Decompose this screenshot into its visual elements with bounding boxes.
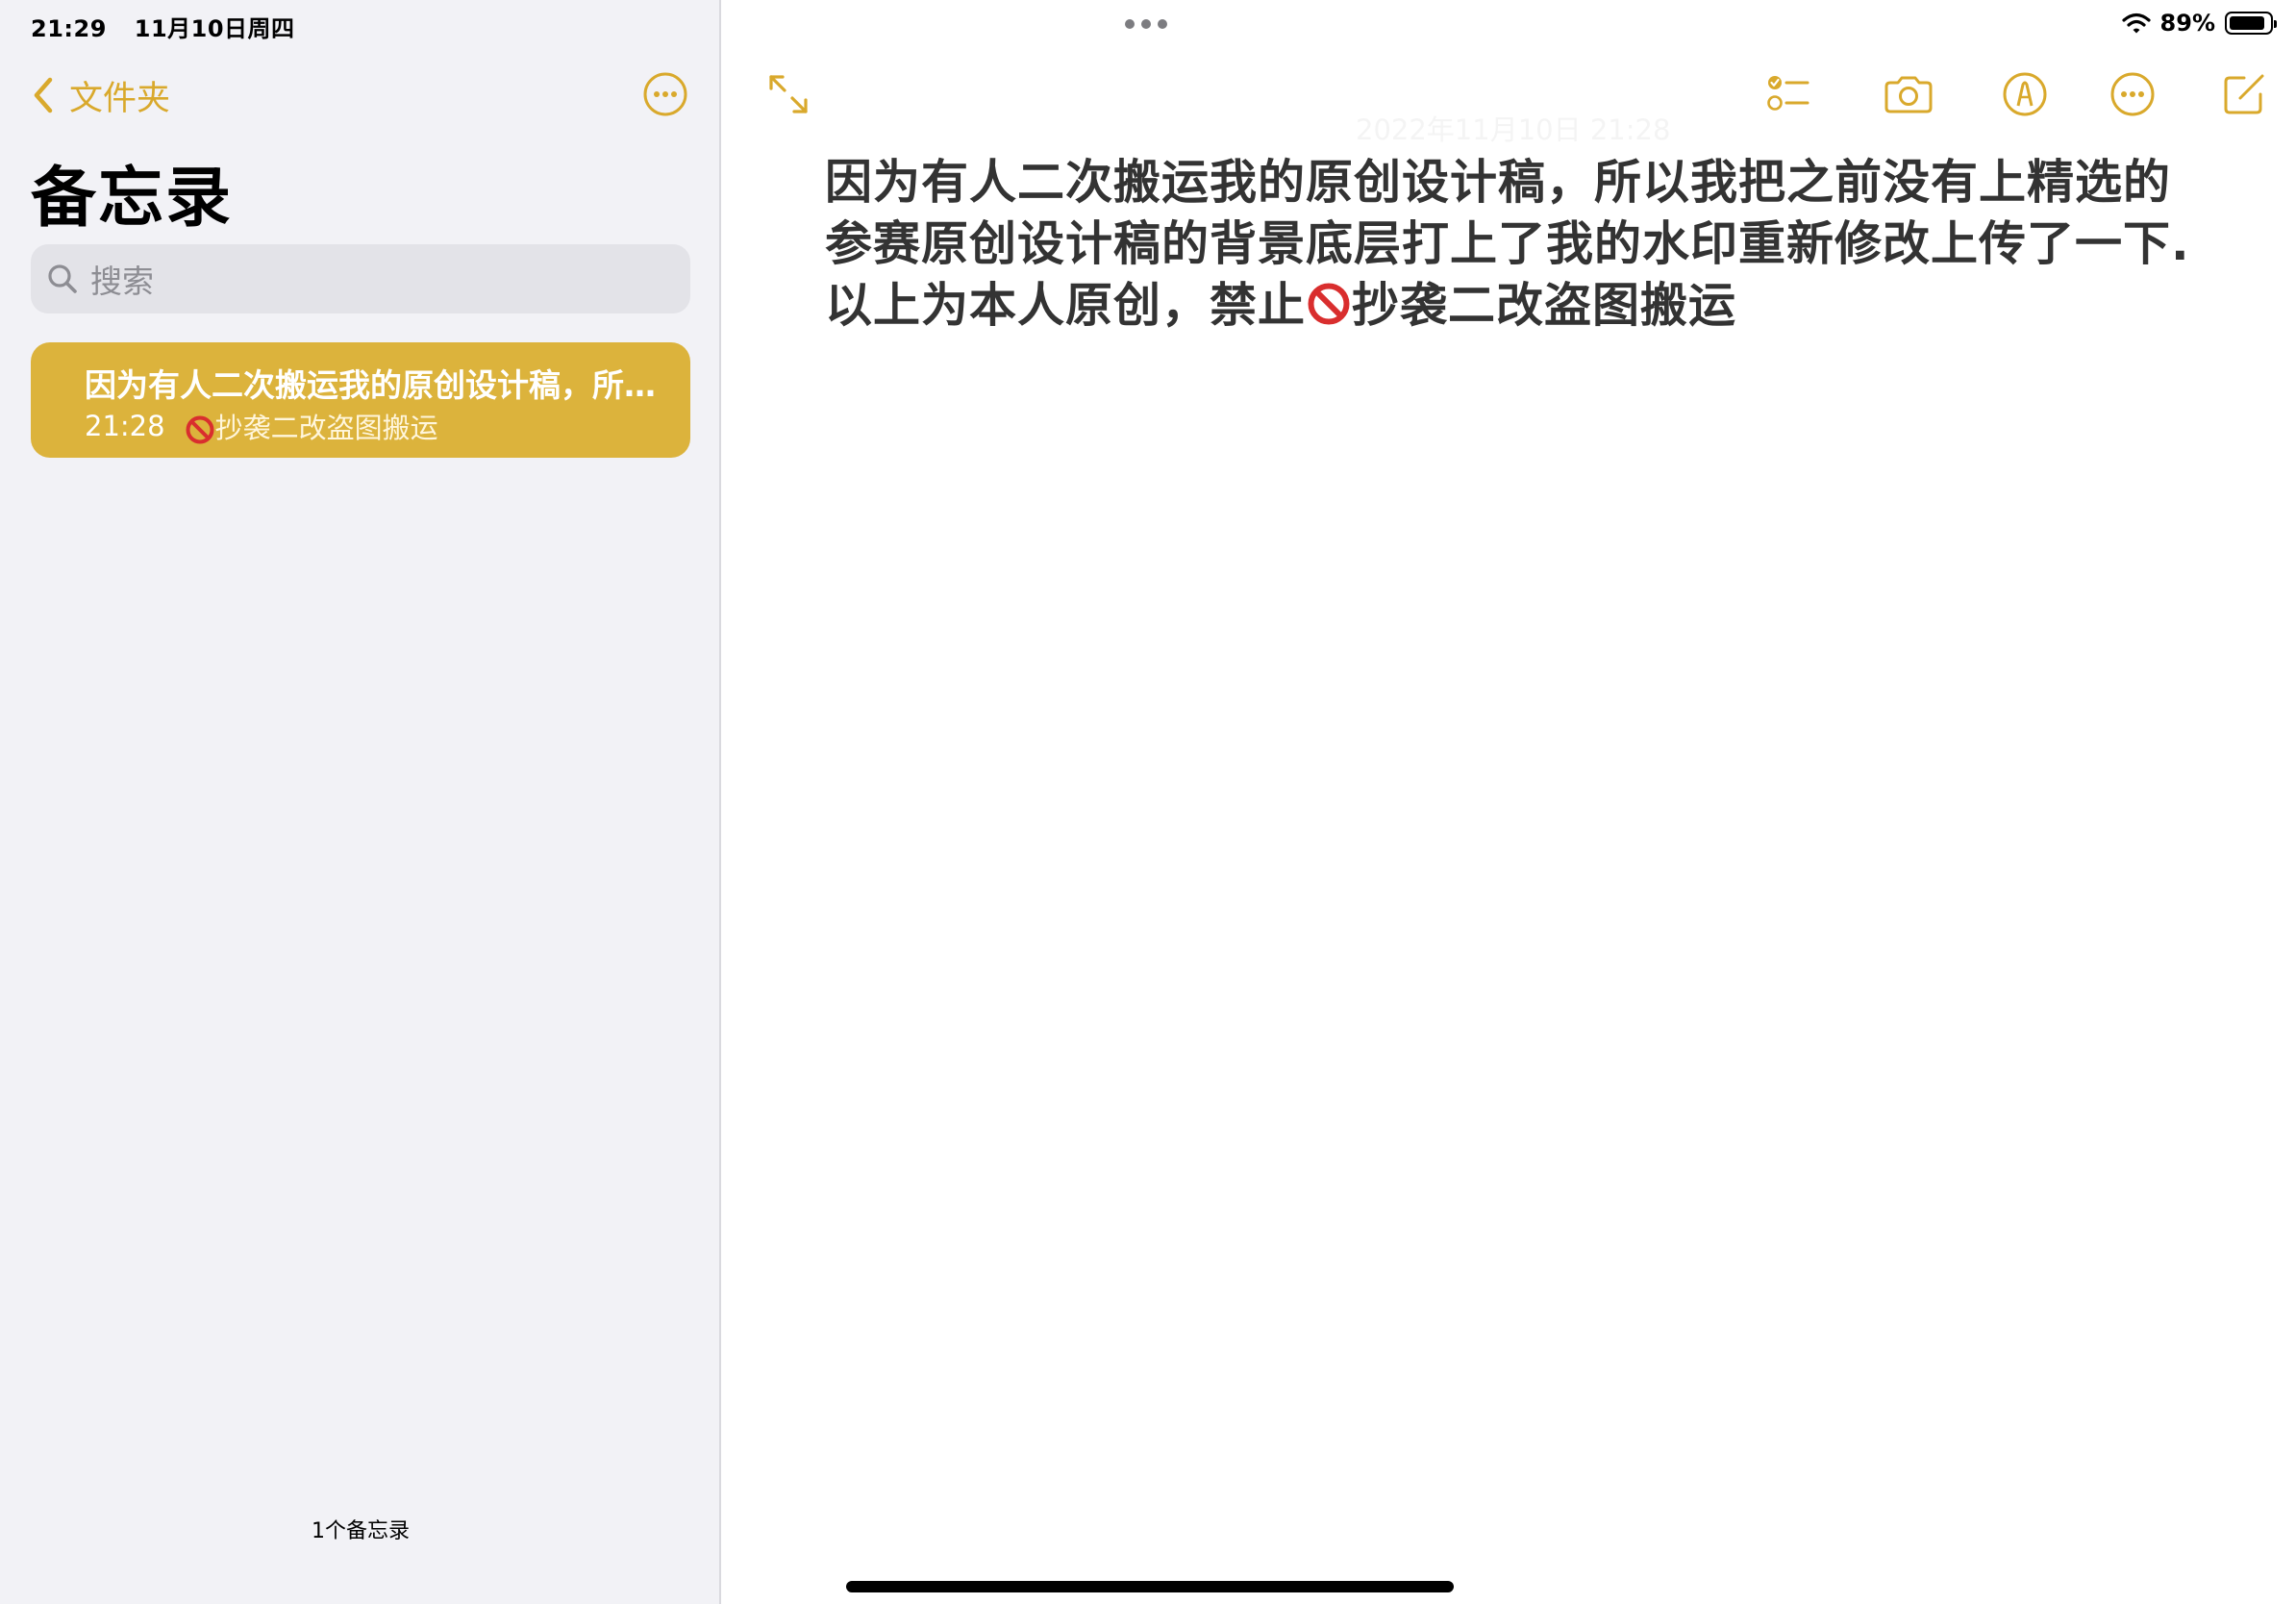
more-icon bbox=[2110, 72, 2155, 116]
note-list-item[interactable]: 因为有人二次搬运我的原创设计稿，所以我把之前没有上精选的参赛原创设计稿的背景底层… bbox=[31, 342, 690, 458]
note-body-text[interactable]: 因为有人二次搬运我的原创设计稿，所以我把之前没有上精选的参赛原创设计稿的背景底层… bbox=[825, 152, 2209, 337]
compose-button[interactable] bbox=[2221, 71, 2267, 117]
compose-icon bbox=[2224, 74, 2264, 114]
dot bbox=[1158, 19, 1167, 29]
dot bbox=[1141, 19, 1151, 29]
status-bar-right: 89% bbox=[2121, 10, 2277, 37]
expand-button[interactable] bbox=[765, 71, 811, 117]
note-list-item-meta: 21:28 抄袭二改盗图搬运 bbox=[85, 406, 438, 446]
note-list-item-title: 因为有人二次搬运我的原创设计稿，所以我把之前没有上精选的参赛原创设计稿的背景底层… bbox=[85, 366, 661, 404]
camera-button[interactable] bbox=[1883, 71, 1934, 117]
wifi-icon bbox=[2121, 13, 2151, 34]
camera-icon bbox=[1884, 76, 1933, 113]
notes-sidebar: 21:29 11月10日周四 文件夹 备忘录 搜索 因为有人二次搬运我的原创设计… bbox=[0, 0, 721, 1604]
multitasking-handle[interactable] bbox=[1125, 19, 1167, 29]
page-title: 备忘录 bbox=[31, 161, 234, 237]
notes-app: 21:29 11月10日周四 文件夹 备忘录 搜索 因为有人二次搬运我的原创设计… bbox=[0, 0, 2296, 1604]
more-icon bbox=[643, 72, 687, 116]
markup-icon bbox=[2003, 72, 2047, 116]
note-list-item-preview-text: 抄袭二改盗图搬运 bbox=[214, 412, 438, 444]
status-bar-left: 21:29 11月10日周四 bbox=[31, 10, 295, 43]
expand-icon bbox=[769, 75, 808, 113]
back-button-label: 文件夹 bbox=[69, 79, 171, 118]
search-icon bbox=[48, 264, 77, 293]
chevron-left-icon bbox=[34, 77, 53, 113]
markup-button[interactable] bbox=[2002, 71, 2048, 117]
dot bbox=[1125, 19, 1135, 29]
battery-percent: 89% bbox=[2159, 10, 2215, 37]
note-count: 1个备忘录 bbox=[312, 1519, 410, 1543]
search-placeholder: 搜索 bbox=[90, 263, 154, 300]
prohibited-icon bbox=[186, 415, 214, 444]
note-list-item-preview: 抄袭二改盗图搬运 bbox=[185, 406, 438, 446]
prohibited-icon bbox=[1308, 283, 1350, 325]
note-body-part2: 抄袭二改盗图搬运 bbox=[1352, 278, 1737, 333]
battery-icon bbox=[2225, 12, 2277, 35]
note-list-item-time: 21:28 bbox=[85, 410, 165, 442]
checklist-icon bbox=[1767, 76, 1809, 111]
status-time: 21:29 bbox=[31, 15, 107, 42]
note-more-button[interactable] bbox=[2109, 71, 2156, 117]
checklist-button[interactable] bbox=[1765, 71, 1811, 117]
note-date-header: 2022年11月10日 21:28 bbox=[1356, 113, 1671, 146]
search-field[interactable]: 搜索 bbox=[31, 244, 690, 313]
back-to-folders-button[interactable]: 文件夹 bbox=[29, 71, 170, 119]
sidebar-more-button[interactable] bbox=[642, 71, 688, 117]
battery-fill bbox=[2230, 16, 2264, 30]
home-indicator[interactable] bbox=[846, 1581, 1454, 1592]
status-date: 11月10日周四 bbox=[134, 15, 295, 42]
